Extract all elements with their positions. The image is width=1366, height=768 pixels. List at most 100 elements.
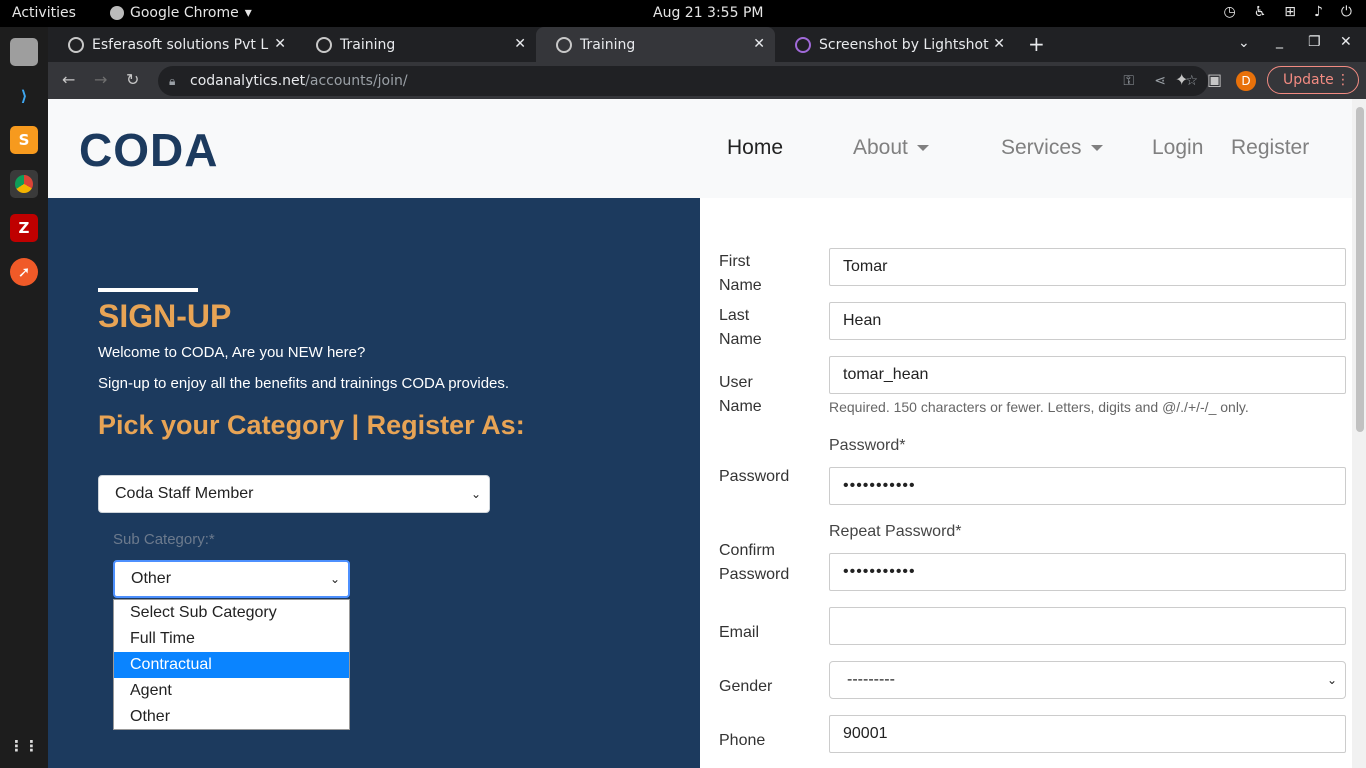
- system-tray[interactable]: ◷ ♿ ⊞ ♪ ⏻: [1223, 4, 1352, 20]
- caret-down-icon: [1090, 145, 1103, 152]
- nav-about[interactable]: About: [853, 136, 929, 160]
- dock: ⟩ S Z ➚ ⋮⋮: [0, 27, 48, 768]
- side-panel-icon[interactable]: ▣: [1207, 70, 1222, 89]
- username-field[interactable]: tomar_hean: [829, 356, 1346, 394]
- tab-training-1[interactable]: Training ✕: [296, 27, 536, 62]
- category-heading: Pick your Category | Register As:: [98, 410, 525, 440]
- minimize-icon[interactable]: _: [1276, 33, 1283, 49]
- repeat-password-heading: Repeat Password*: [829, 523, 962, 540]
- tab-label: Training: [580, 36, 636, 53]
- update-button[interactable]: Update ⋮: [1267, 66, 1359, 94]
- confirm-password-label: Confirm Password: [719, 542, 790, 583]
- email-field[interactable]: [829, 607, 1346, 645]
- first-name-field[interactable]: Tomar: [829, 248, 1346, 286]
- category-select[interactable]: Coda Staff Member ⌄: [98, 475, 490, 513]
- new-tab-icon[interactable]: +: [1028, 32, 1045, 56]
- app-name: Google Chrome: [130, 5, 239, 21]
- network-icon[interactable]: ⊞: [1284, 4, 1296, 20]
- url-host: codanalytics.net: [190, 73, 306, 89]
- password-heading: Password*: [829, 437, 906, 454]
- category-value: Coda Staff Member: [115, 485, 254, 502]
- page-scrollbar[interactable]: [1352, 99, 1366, 768]
- globe-icon: [556, 36, 572, 53]
- lock-icon: 🔒︎: [169, 74, 176, 88]
- nav-home[interactable]: Home: [727, 136, 783, 160]
- tab-search-icon[interactable]: ⌄: [1238, 35, 1250, 51]
- username-help-text: Required. 150 characters or fewer. Lette…: [829, 399, 1249, 415]
- app-menu[interactable]: Google Chrome ▾: [110, 5, 252, 21]
- clock[interactable]: Aug 21 3:55 PM: [653, 5, 763, 21]
- address-bar[interactable]: 🔒︎ codanalytics.net/accounts/join/ ⚿ ⋖ ☆: [158, 66, 1208, 96]
- extensions-icon[interactable]: ✦: [1175, 70, 1188, 89]
- gender-label: Gender: [719, 678, 773, 695]
- last-name-field[interactable]: Hean: [829, 302, 1346, 340]
- share-icon[interactable]: ⋖: [1154, 66, 1166, 96]
- compass-icon[interactable]: ➚: [10, 258, 38, 286]
- chevron-down-icon: ▾: [244, 5, 252, 21]
- reload-icon[interactable]: ↻: [126, 70, 139, 89]
- chevron-down-icon: ⌄: [470, 487, 481, 501]
- option-other[interactable]: Other: [114, 704, 349, 730]
- first-name-label: First Name: [719, 253, 762, 294]
- close-icon[interactable]: ✕: [753, 36, 765, 52]
- close-icon[interactable]: ✕: [993, 36, 1005, 52]
- option-agent[interactable]: Agent: [114, 678, 349, 704]
- accessibility-icon[interactable]: ♿: [1254, 4, 1267, 20]
- sublime-icon[interactable]: S: [10, 126, 38, 154]
- nav-register[interactable]: Register: [1231, 136, 1309, 160]
- volume-icon[interactable]: ♪: [1314, 4, 1323, 20]
- maximize-icon[interactable]: ❐: [1308, 34, 1321, 50]
- password-field[interactable]: •••••••••••: [829, 467, 1346, 505]
- phone-field[interactable]: 90001: [829, 715, 1346, 753]
- close-icon[interactable]: ✕: [514, 36, 526, 52]
- tab-label: Screenshot by Lightshot: [819, 36, 989, 53]
- profile-avatar[interactable]: D: [1236, 71, 1256, 91]
- welcome-text: Welcome to CODA, Are you NEW here?: [98, 344, 366, 361]
- url-path: /accounts/join/: [305, 73, 408, 89]
- option-contractual[interactable]: Contractual: [114, 652, 349, 678]
- title-divider: [98, 288, 198, 292]
- gender-select[interactable]: --------- ⌄: [829, 661, 1346, 699]
- gender-value: ---------: [847, 671, 895, 688]
- email-label: Email: [719, 624, 760, 641]
- nav-services[interactable]: Services: [1001, 136, 1103, 160]
- option-full-time[interactable]: Full Time: [114, 626, 349, 652]
- power-icon[interactable]: ⏻: [1341, 4, 1352, 20]
- key-icon[interactable]: ⚿: [1123, 66, 1134, 96]
- chevron-down-icon: ⌄: [1326, 673, 1337, 687]
- vscode-icon[interactable]: ⟩: [10, 82, 38, 110]
- tab-training-active[interactable]: Training ✕: [536, 27, 775, 62]
- tab-label: Training: [340, 36, 396, 53]
- forward-icon[interactable]: →: [94, 70, 107, 89]
- site-logo[interactable]: CODA: [79, 123, 218, 177]
- menu-dots-icon[interactable]: ⋮: [1336, 67, 1350, 93]
- timer-icon[interactable]: ◷: [1223, 4, 1235, 20]
- back-icon[interactable]: ←: [62, 70, 75, 89]
- files-icon[interactable]: [10, 38, 38, 66]
- subcategory-label: Sub Category:*: [113, 531, 215, 548]
- username-label: User Name: [719, 374, 762, 415]
- option-select-sub-category[interactable]: Select Sub Category: [114, 600, 349, 626]
- apps-grid-icon[interactable]: ⋮⋮: [9, 732, 39, 760]
- tab-esferasoft[interactable]: Esferasoft solutions Pvt L ✕: [48, 27, 296, 62]
- signup-title: SIGN-UP: [98, 298, 232, 334]
- tab-strip: Esferasoft solutions Pvt L ✕ Training ✕ …: [48, 27, 1366, 62]
- activities-button[interactable]: Activities: [12, 5, 76, 21]
- chrome-icon[interactable]: [10, 170, 38, 198]
- chevron-down-icon: ⌄: [329, 572, 340, 586]
- site-navbar: CODA Home About Services Login Register: [48, 99, 1352, 198]
- filezilla-icon[interactable]: Z: [10, 214, 38, 242]
- globe-icon: [316, 36, 332, 53]
- password-label: Password: [719, 468, 790, 485]
- nav-login[interactable]: Login: [1152, 136, 1203, 160]
- site-icon: [68, 36, 84, 53]
- tab-lightshot[interactable]: Screenshot by Lightshot ✕: [775, 27, 1015, 62]
- nav-services-label: Services: [1001, 136, 1082, 159]
- confirm-password-field[interactable]: •••••••••••: [829, 553, 1346, 591]
- close-icon[interactable]: ✕: [274, 36, 286, 52]
- chrome-small-icon: [110, 6, 124, 20]
- close-window-icon[interactable]: ✕: [1340, 34, 1352, 50]
- subcategory-select[interactable]: Other ⌄: [113, 560, 350, 598]
- browser-toolbar: ← → ↻ 🔒︎ codanalytics.net/accounts/join/…: [48, 62, 1366, 99]
- scrollbar-thumb[interactable]: [1356, 107, 1364, 432]
